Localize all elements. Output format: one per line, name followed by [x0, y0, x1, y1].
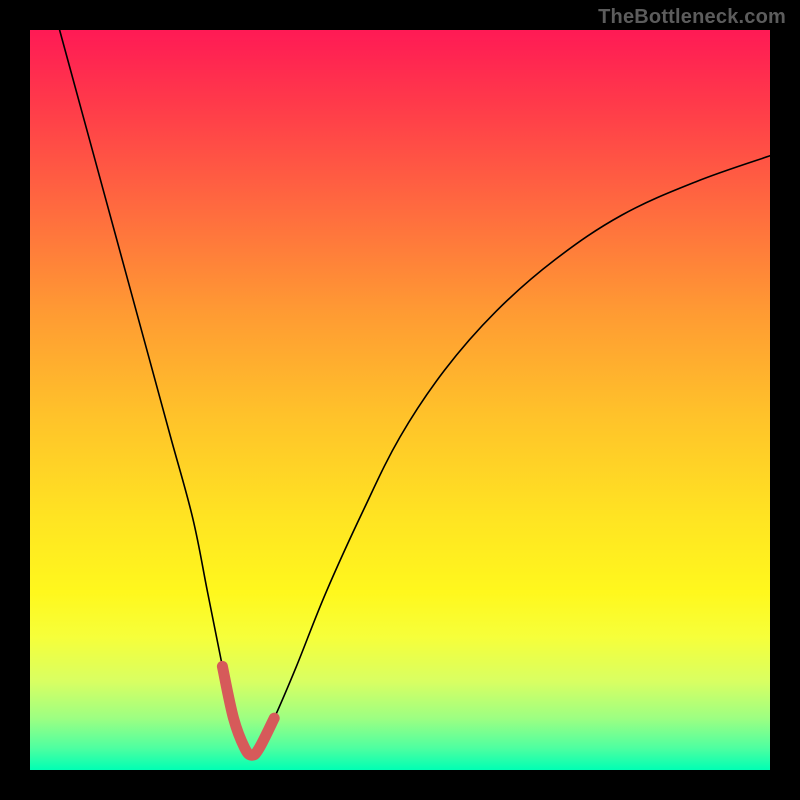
bottleneck-plot — [30, 30, 770, 770]
optimal-range-highlight — [222, 666, 274, 755]
bottleneck-curve — [60, 30, 770, 755]
chart-area — [30, 30, 770, 770]
watermark-text: TheBottleneck.com — [598, 6, 786, 29]
